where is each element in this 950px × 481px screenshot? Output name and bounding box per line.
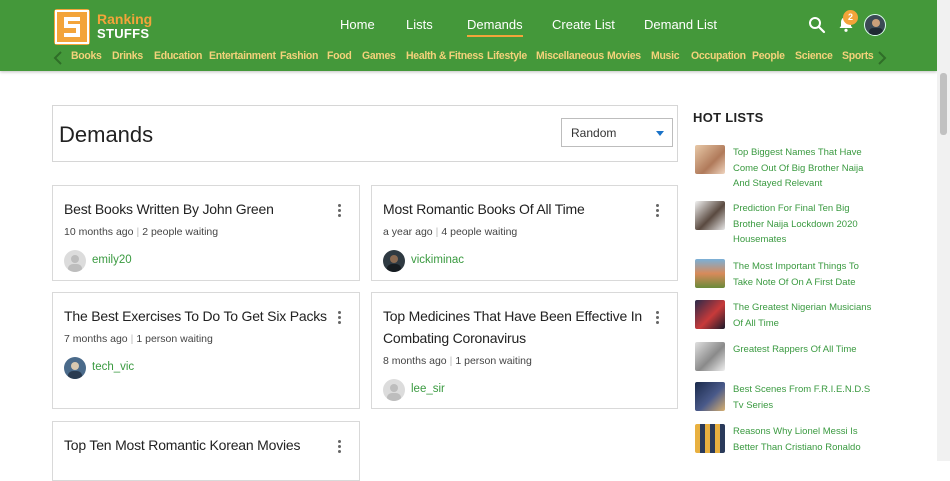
page-scrollbar[interactable] <box>937 0 950 461</box>
nav-home[interactable]: Home <box>340 17 375 32</box>
hot-list-thumbnail <box>695 259 725 288</box>
user-avatar[interactable] <box>864 14 886 36</box>
nav-lists[interactable]: Lists <box>406 17 433 32</box>
demands-header: Demands Random <box>52 105 678 162</box>
sort-select[interactable]: Random <box>561 118 673 147</box>
hot-list-link[interactable]: Prediction For Final Ten Big Brother Nai… <box>733 201 878 248</box>
category-entertainment[interactable]: Entertainment <box>209 50 276 63</box>
demand-time: 10 months ago <box>64 226 134 238</box>
avatar <box>383 250 405 272</box>
hot-lists-heading: HOT LISTS <box>693 110 764 125</box>
hot-list-thumbnail <box>695 145 725 174</box>
demand-title[interactable]: Top Medicines That Have Been Effective I… <box>383 305 645 349</box>
avatar <box>64 250 86 272</box>
category-science[interactable]: Science <box>795 50 833 63</box>
demand-time: a year ago <box>383 226 433 238</box>
demand-title[interactable]: The Best Exercises To Do To Get Six Pack… <box>64 305 334 327</box>
hot-list-thumbnail <box>695 300 725 329</box>
hot-list-thumbnail <box>695 201 725 230</box>
avatar <box>383 379 405 401</box>
notification-badge: 2 <box>843 10 858 25</box>
hot-list-link[interactable]: Top Biggest Names That Have Come Out Of … <box>733 145 878 192</box>
demand-time: 7 months ago <box>64 333 128 345</box>
demand-card[interactable]: Most Romantic Books Of All Time a year a… <box>371 185 678 281</box>
page-title: Demands <box>59 122 154 147</box>
demand-time: 8 months ago <box>383 355 447 367</box>
hot-list-link[interactable]: Greatest Rappers Of All Time <box>733 342 878 358</box>
nav-demands[interactable]: Demands <box>467 17 523 37</box>
more-options-icon[interactable] <box>656 204 660 218</box>
site-logo[interactable]: Ranking STUFFS <box>54 9 164 45</box>
demand-username[interactable]: tech_vic <box>92 361 134 373</box>
demand-meta: a year ago | 4 people waiting <box>383 226 518 238</box>
avatar <box>64 357 86 379</box>
nav-demand-list[interactable]: Demand List <box>644 17 717 32</box>
demand-title[interactable]: Most Romantic Books Of All Time <box>383 198 653 220</box>
demand-card[interactable]: The Best Exercises To Do To Get Six Pack… <box>52 292 360 409</box>
demand-card[interactable]: Top Medicines That Have Been Effective I… <box>371 292 678 409</box>
logo-icon <box>54 9 90 45</box>
nav-create-list[interactable]: Create List <box>552 17 615 32</box>
demand-waiting: 4 people waiting <box>441 226 518 238</box>
more-options-icon[interactable] <box>338 440 342 454</box>
category-movies[interactable]: Movies <box>607 50 641 63</box>
demand-username[interactable]: vickiminac <box>411 254 464 266</box>
sort-select-value: Random <box>571 126 617 140</box>
category-occupation[interactable]: Occupation <box>691 50 746 63</box>
demand-meta: 10 months ago | 2 people waiting <box>64 226 219 238</box>
demand-meta: 7 months ago | 1 person waiting <box>64 333 213 345</box>
scrollbar-thumb[interactable] <box>940 73 947 135</box>
demand-waiting: 2 people waiting <box>142 226 219 238</box>
hot-list-thumbnail <box>695 382 725 411</box>
category-drinks[interactable]: Drinks <box>112 50 143 63</box>
demand-title[interactable]: Top Ten Most Romantic Korean Movies <box>64 434 334 456</box>
category-sports[interactable]: Sports <box>842 50 874 63</box>
hot-list-link[interactable]: The Greatest Nigerian Musicians Of All T… <box>733 300 878 331</box>
demand-waiting: 1 person waiting <box>455 355 532 367</box>
category-music[interactable]: Music <box>651 50 680 63</box>
hot-list-thumbnail <box>695 342 725 371</box>
demand-card[interactable]: Best Books Written By John Green 10 mont… <box>52 185 360 281</box>
chevron-left-icon[interactable] <box>53 51 63 65</box>
top-navbar: Ranking STUFFS Home Lists Demands Create… <box>0 0 937 71</box>
category-fashion[interactable]: Fashion <box>280 50 318 63</box>
more-options-icon[interactable] <box>656 311 660 325</box>
demand-username[interactable]: lee_sir <box>411 383 445 395</box>
demand-title[interactable]: Best Books Written By John Green <box>64 198 334 220</box>
category-food[interactable]: Food <box>327 50 352 63</box>
more-options-icon[interactable] <box>338 311 342 325</box>
hot-list-thumbnail <box>695 424 725 453</box>
caret-down-icon <box>656 131 664 136</box>
category-education[interactable]: Education <box>154 50 202 63</box>
logo-text-ranking: Ranking <box>97 11 153 27</box>
category-books[interactable]: Books <box>71 50 102 63</box>
category-health-fitness[interactable]: Health & Fitness <box>406 50 484 63</box>
category-people[interactable]: People <box>752 50 785 63</box>
hot-list-link[interactable]: The Most Important Things To Take Note O… <box>733 259 878 290</box>
demand-card[interactable]: Top Ten Most Romantic Korean Movies <box>52 421 360 481</box>
demand-waiting: 1 person waiting <box>136 333 213 345</box>
search-icon[interactable] <box>808 16 826 34</box>
demand-meta: 8 months ago | 1 person waiting <box>383 355 532 367</box>
category-miscellaneous[interactable]: Miscellaneous <box>536 50 604 63</box>
hot-list-link[interactable]: Best Scenes From F.R.I.E.N.D.S Tv Series <box>733 382 878 413</box>
category-lifestyle[interactable]: Lifestyle <box>487 50 527 63</box>
logo-text-stuffs: STUFFS <box>97 26 150 41</box>
chevron-right-icon[interactable] <box>877 51 887 65</box>
category-games[interactable]: Games <box>362 50 396 63</box>
more-options-icon[interactable] <box>338 204 342 218</box>
hot-list-link[interactable]: Reasons Why Lionel Messi Is Better Than … <box>733 424 878 455</box>
demand-username[interactable]: emily20 <box>92 254 132 266</box>
